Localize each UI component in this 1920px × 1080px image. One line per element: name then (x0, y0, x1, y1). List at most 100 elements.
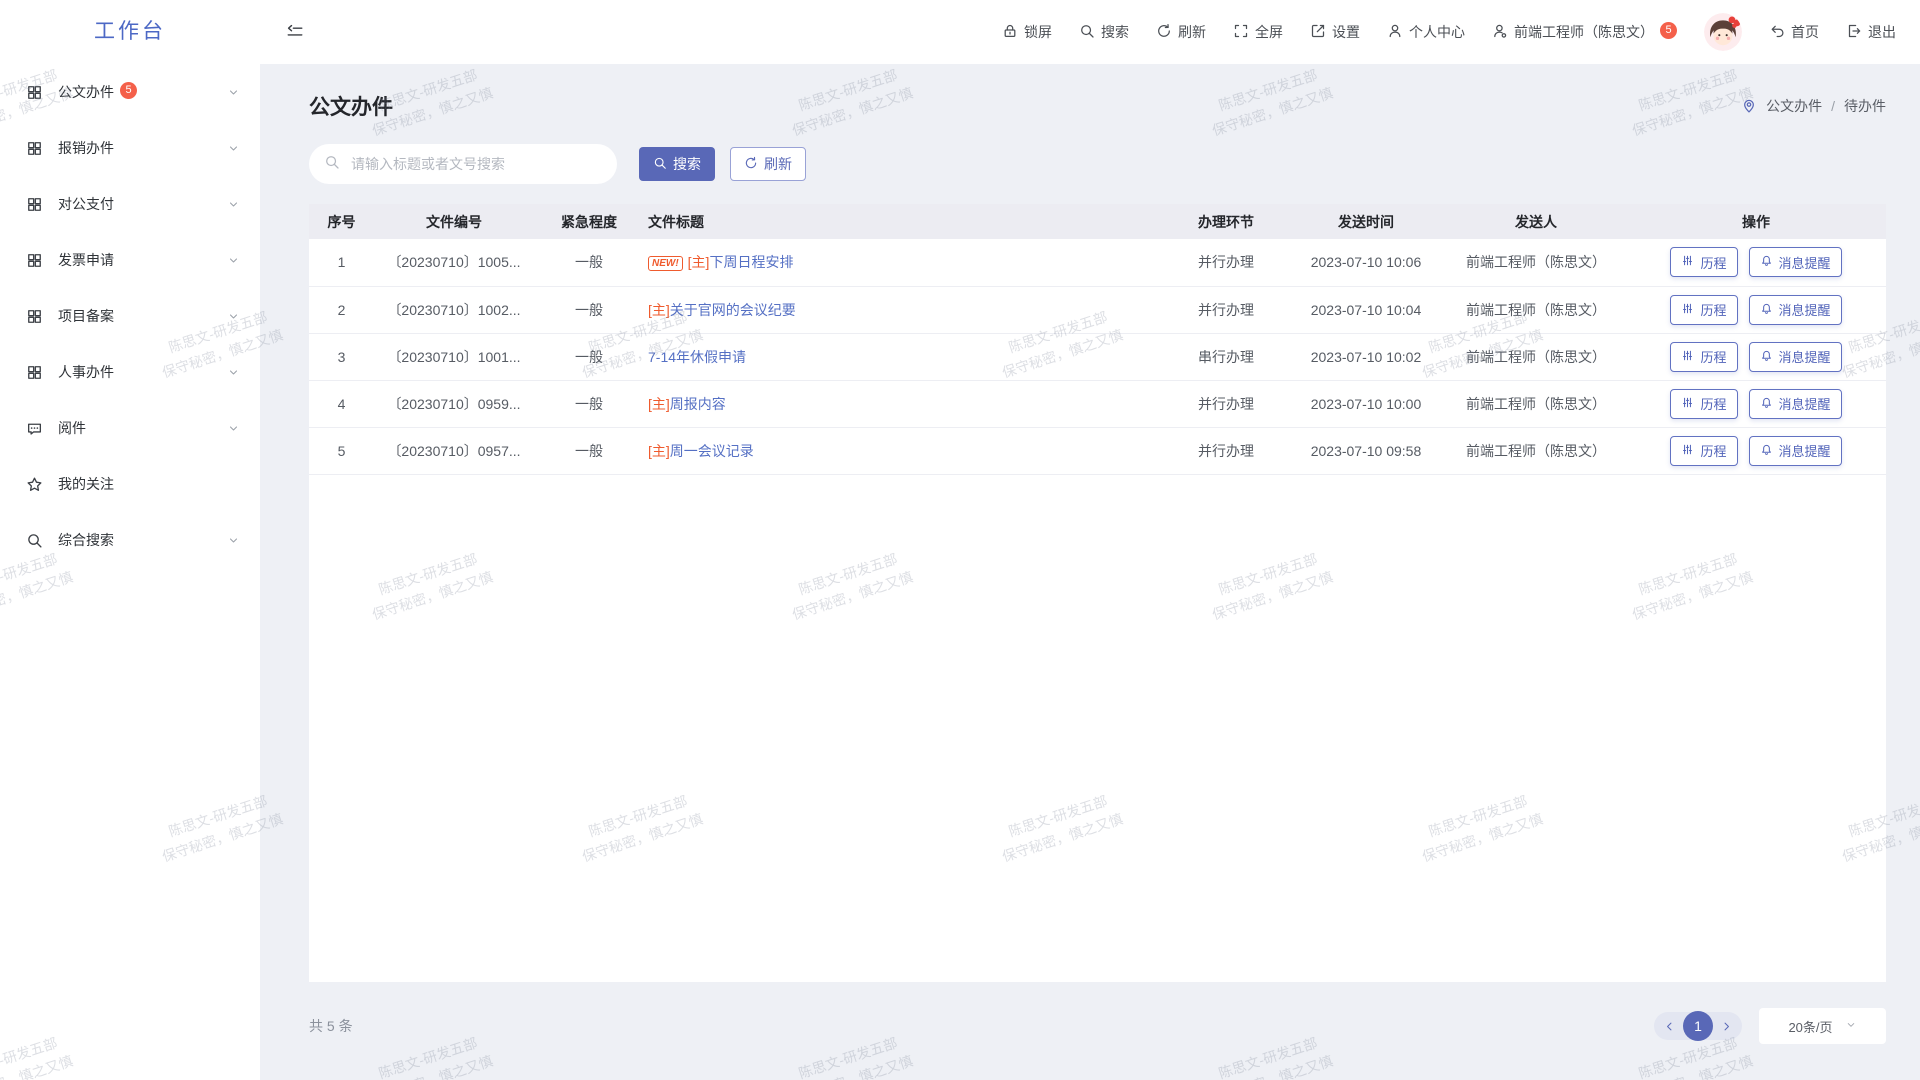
logout-label: 退出 (1868, 22, 1896, 42)
cell-doc-no: 〔20230710〕0959... (374, 380, 534, 427)
document-title-link[interactable]: 周一会议记录 (670, 443, 754, 459)
app-logo: 工作台 (0, 0, 260, 64)
cell-sent-time: 2023-07-10 10:04 (1286, 286, 1446, 333)
sidebar-item-label: 阅件 (58, 418, 86, 438)
grid-icon (26, 252, 43, 269)
cell-doc-no: 〔20230710〕1001... (374, 333, 534, 380)
logout-button[interactable]: 退出 (1846, 22, 1896, 42)
remind-label: 消息提醒 (1779, 253, 1831, 272)
topbar-action-个人中心[interactable]: 个人中心 (1387, 22, 1465, 42)
total-count: 共 5 条 (309, 1016, 353, 1036)
sliders-icon (1681, 349, 1694, 365)
new-badge: NEW! (648, 256, 683, 271)
sidebar-item-gongwen[interactable]: 公文办件5 (0, 64, 260, 120)
cell-sender: 前端工程师（陈思文） (1446, 427, 1626, 474)
search-icon (324, 154, 340, 175)
cell-title: NEW![主]下周日程安排 (644, 239, 1166, 286)
document-title-link[interactable]: 关于官网的会议纪要 (670, 302, 796, 318)
chevron-down-icon (227, 86, 240, 99)
chevron-down-icon (227, 534, 240, 547)
topbar-actions: 锁屏 搜索 刷新 全屏 设置 个人中心 前端工程师（陈思文）5 首页 退出 (1002, 13, 1896, 51)
cell-doc-no: 〔20230710〕1005... (374, 239, 534, 286)
document-title-link[interactable]: 周报内容 (670, 396, 726, 412)
remind-label: 消息提醒 (1779, 347, 1831, 366)
table-row: 4〔20230710〕0959...一般[主]周报内容并行办理2023-07-1… (309, 380, 1886, 427)
refresh-button[interactable]: 刷新 (730, 147, 806, 181)
search-row: 搜索 刷新 (309, 144, 1886, 184)
next-page-icon[interactable] (1720, 1020, 1733, 1033)
column-header: 序号 (309, 204, 374, 239)
history-label: 历程 (1700, 300, 1726, 319)
topbar-action-label: 刷新 (1178, 22, 1206, 42)
app-root: 工作台 公文办件5报销办件对公支付发票申请项目备案人事办件阅件我的关注综合搜索 … (0, 0, 1920, 1080)
history-label: 历程 (1700, 441, 1726, 460)
sidebar-badge: 5 (120, 82, 137, 99)
sidebar-item-renshi[interactable]: 人事办件 (0, 344, 260, 400)
history-button[interactable]: 历程 (1670, 295, 1737, 325)
cell-urgency: 一般 (534, 333, 644, 380)
content-header: 公文办件 公文办件 / 待办件 (309, 91, 1886, 121)
document-table: 序号文件编号紧急程度文件标题办理环节发送时间发送人操作 1〔20230710〕1… (309, 204, 1886, 475)
column-header: 发送时间 (1286, 204, 1446, 239)
page-size-select[interactable]: 20条/页 (1759, 1008, 1886, 1044)
cell-urgency: 一般 (534, 427, 644, 474)
sidebar-item-label: 人事办件 (58, 362, 114, 382)
sidebar-item-guanzhu[interactable]: 我的关注 (0, 456, 260, 512)
cell-index: 3 (309, 333, 374, 380)
document-table-card: 序号文件编号紧急程度文件标题办理环节发送时间发送人操作 1〔20230710〕1… (309, 204, 1886, 982)
cell-title: [主]周报内容 (644, 380, 1166, 427)
sidebar-item-fapiao[interactable]: 发票申请 (0, 232, 260, 288)
sidebar-item-yuejian[interactable]: 阅件 (0, 400, 260, 456)
cell-sender: 前端工程师（陈思文） (1446, 333, 1626, 380)
cell-sent-time: 2023-07-10 09:58 (1286, 427, 1446, 474)
bell-icon (1760, 302, 1773, 318)
column-header: 紧急程度 (534, 204, 644, 239)
history-button[interactable]: 历程 (1670, 436, 1737, 466)
topbar: 锁屏 搜索 刷新 全屏 设置 个人中心 前端工程师（陈思文）5 首页 退出 (260, 0, 1920, 64)
sidebar-item-label: 我的关注 (58, 474, 114, 494)
breadcrumb-root[interactable]: 公文办件 (1766, 96, 1822, 116)
topbar-action-全屏[interactable]: 全屏 (1233, 22, 1283, 42)
document-title-link[interactable]: 下周日程安排 (709, 254, 793, 270)
message-remind-button[interactable]: 消息提醒 (1749, 342, 1842, 372)
sidebar-item-duigong[interactable]: 对公支付 (0, 176, 260, 232)
cell-index: 5 (309, 427, 374, 474)
history-button[interactable]: 历程 (1670, 247, 1737, 277)
chevron-down-icon (227, 366, 240, 379)
sidebar-item-sousuo[interactable]: 综合搜索 (0, 512, 260, 568)
message-remind-button[interactable]: 消息提醒 (1749, 247, 1842, 277)
history-label: 历程 (1700, 253, 1726, 272)
topbar-action-搜索[interactable]: 搜索 (1079, 22, 1129, 42)
cell-title: 7-14年休假申请 (644, 333, 1166, 380)
breadcrumb-current: 待办件 (1844, 96, 1886, 116)
message-remind-button[interactable]: 消息提醒 (1749, 436, 1842, 466)
cell-sender: 前端工程师（陈思文） (1446, 239, 1626, 286)
message-remind-button[interactable]: 消息提醒 (1749, 389, 1842, 419)
message-remind-button[interactable]: 消息提醒 (1749, 295, 1842, 325)
sidebar-item-xiangmu[interactable]: 项目备案 (0, 288, 260, 344)
document-title-link[interactable]: 7-14年休假申请 (648, 349, 746, 365)
sidebar-item-baoxiao[interactable]: 报销办件 (0, 120, 260, 176)
history-button[interactable]: 历程 (1670, 389, 1737, 419)
topbar-action-锁屏[interactable]: 锁屏 (1002, 22, 1052, 42)
sidebar-item-label: 报销办件 (58, 138, 114, 158)
menu-fold-icon[interactable] (286, 23, 304, 41)
cell-urgency: 一般 (534, 286, 644, 333)
sidebar-menu: 公文办件5 报销办件对公支付发票申请项目备案人事办件阅件我的关注综合搜索 (0, 64, 260, 568)
avatar[interactable] (1704, 13, 1742, 51)
topbar-action-设置[interactable]: 设置 (1310, 22, 1360, 42)
prev-page-icon[interactable] (1663, 1020, 1676, 1033)
cell-step: 并行办理 (1166, 239, 1286, 286)
sidebar: 工作台 公文办件5 报销办件对公支付发票申请项目备案人事办件阅件我的关注综合搜索 (0, 0, 260, 1080)
table-header-row: 序号文件编号紧急程度文件标题办理环节发送时间发送人操作 (309, 204, 1886, 239)
chevron-down-icon (227, 310, 240, 323)
title-prefix: [主] (648, 302, 670, 318)
search-input[interactable] (349, 155, 602, 173)
history-button[interactable]: 历程 (1670, 342, 1737, 372)
comment-icon (26, 420, 43, 437)
current-user[interactable]: 前端工程师（陈思文）5 (1492, 22, 1677, 42)
topbar-action-刷新[interactable]: 刷新 (1156, 22, 1206, 42)
page-number-button[interactable]: 1 (1683, 1011, 1713, 1041)
home-button[interactable]: 首页 (1769, 22, 1819, 42)
search-button[interactable]: 搜索 (639, 147, 715, 181)
